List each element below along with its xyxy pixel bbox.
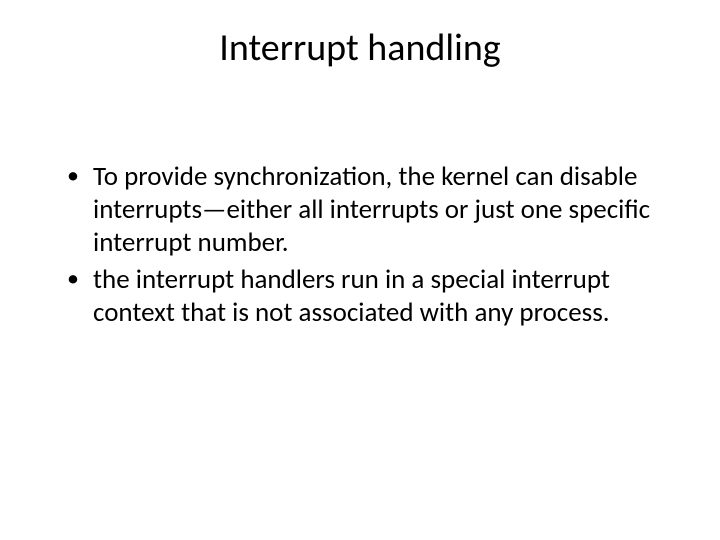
bullet-list: To provide synchronization, the kernel c…	[65, 161, 670, 330]
list-item: the interrupt handlers run in a special …	[65, 264, 670, 330]
slide-container: Interrupt handling To provide synchroniz…	[0, 0, 720, 540]
slide-title: Interrupt handling	[130, 25, 590, 71]
list-item: To provide synchronization, the kernel c…	[65, 161, 670, 260]
slide-content: To provide synchronization, the kernel c…	[50, 161, 670, 330]
